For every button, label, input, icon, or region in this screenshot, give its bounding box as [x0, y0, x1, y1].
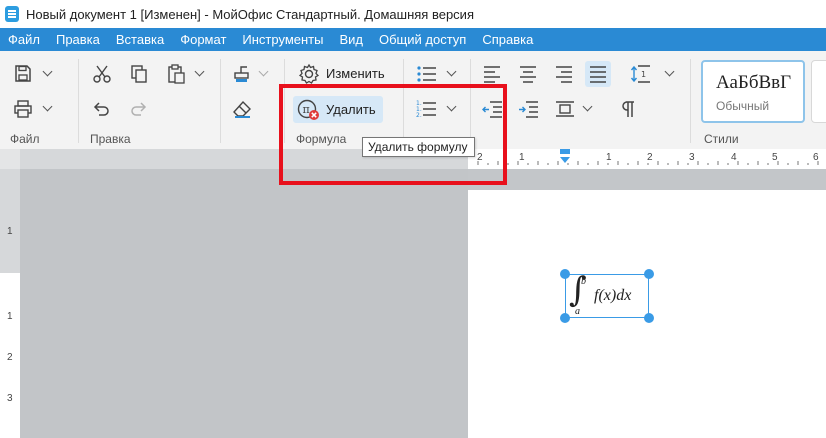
page-margin-area [20, 169, 468, 438]
chevron-down-icon [582, 101, 593, 112]
menu-format[interactable]: Формат [172, 32, 234, 47]
ribbon-separator [690, 59, 691, 143]
menu-tools[interactable]: Инструменты [234, 32, 331, 47]
indent-marker-icon[interactable] [559, 149, 571, 165]
ruler-label: 3 [689, 152, 695, 163]
menu-file[interactable]: Файл [0, 32, 48, 47]
menu-edit[interactable]: Правка [48, 32, 108, 47]
print-button[interactable] [10, 96, 56, 122]
align-center-icon[interactable] [518, 65, 538, 83]
ruler-label: 3 [7, 393, 13, 404]
ruler-label: 1 [7, 311, 13, 322]
ruler-label: 1 [606, 152, 612, 163]
menu-sharing[interactable]: Общий доступ [371, 32, 474, 47]
ribbon-separator [220, 59, 221, 143]
highlight-box [279, 84, 507, 185]
line-spacing-icon: 1 [630, 65, 650, 83]
title-bar: Новый документ 1 [Изменен] - МойОфис Ста… [0, 0, 826, 28]
resize-handle-top-left[interactable] [560, 269, 570, 279]
ruler-label: 1 [7, 226, 13, 237]
chevron-down-icon [42, 66, 53, 77]
save-icon [15, 65, 31, 82]
app-logo-icon [5, 6, 19, 22]
cut-icon[interactable] [92, 64, 112, 84]
vertical-ruler-margin [0, 169, 20, 273]
paragraph-spacing-icon [556, 101, 574, 117]
formula-lower-limit: a [575, 306, 580, 317]
save-button[interactable] [10, 61, 56, 87]
ruler-corner [0, 149, 20, 169]
style-next-card[interactable] [811, 60, 826, 123]
align-left-icon[interactable] [482, 65, 502, 83]
paragraph-spacing-button[interactable] [553, 96, 599, 122]
style-name: Обычный [716, 99, 770, 113]
formula-upper-limit: b [581, 276, 586, 287]
style-sample-text: АаБбВвГ [716, 72, 792, 93]
ribbon-separator [78, 59, 79, 143]
edit-formula-label: Изменить [326, 66, 385, 81]
ruler-label: 4 [731, 152, 737, 163]
menu-bar: Файл Правка Вставка Формат Инструменты В… [0, 28, 826, 51]
ruler-label: 5 [772, 152, 778, 163]
chevron-down-icon [42, 101, 53, 112]
menu-view[interactable]: Вид [331, 32, 371, 47]
align-justify-icon [590, 66, 606, 83]
copy-icon[interactable] [129, 64, 149, 84]
eraser-icon[interactable] [232, 99, 252, 119]
increase-indent-icon[interactable] [518, 100, 540, 118]
formula-object[interactable]: ∫ b a f(x)dx [565, 273, 649, 318]
paint-roller-icon [234, 66, 249, 82]
chevron-down-icon [194, 66, 205, 77]
undo-icon[interactable] [92, 99, 112, 119]
ruler-label: 1 [519, 152, 525, 163]
gear-icon [298, 63, 320, 84]
group-label-file: Файл [10, 132, 40, 146]
chevron-down-icon [258, 66, 269, 77]
format-painter-button[interactable] [230, 61, 276, 87]
menu-insert[interactable]: Вставка [108, 32, 172, 47]
printer-icon [14, 100, 32, 118]
formula-body: f(x)dx [594, 287, 632, 304]
resize-handle-top-right[interactable] [644, 269, 654, 279]
svg-text:1: 1 [641, 70, 646, 79]
ruler-label: 2 [7, 352, 13, 363]
style-normal-card[interactable]: АаБбВвГ Обычный [701, 60, 805, 123]
resize-handle-bottom-left[interactable] [560, 313, 570, 323]
group-label-styles: Стили [704, 132, 739, 146]
redo-icon[interactable] [128, 99, 148, 119]
paste-icon [168, 64, 185, 84]
ruler-label: 6 [813, 152, 819, 163]
resize-handle-bottom-right[interactable] [644, 313, 654, 323]
window-title: Новый документ 1 [Изменен] - МойОфис Ста… [26, 6, 474, 22]
chevron-down-icon [446, 66, 457, 77]
chevron-down-icon [664, 66, 675, 77]
bullet-list-icon [417, 66, 436, 82]
align-justify-button[interactable] [585, 61, 611, 87]
paste-button[interactable] [164, 61, 210, 87]
pilcrow-icon[interactable] [620, 100, 636, 118]
group-label-edit: Правка [90, 132, 131, 146]
align-right-icon[interactable] [554, 65, 574, 83]
menu-help[interactable]: Справка [474, 32, 541, 47]
ruler-label: 2 [647, 152, 653, 163]
line-spacing-button[interactable]: 1 [628, 61, 678, 87]
